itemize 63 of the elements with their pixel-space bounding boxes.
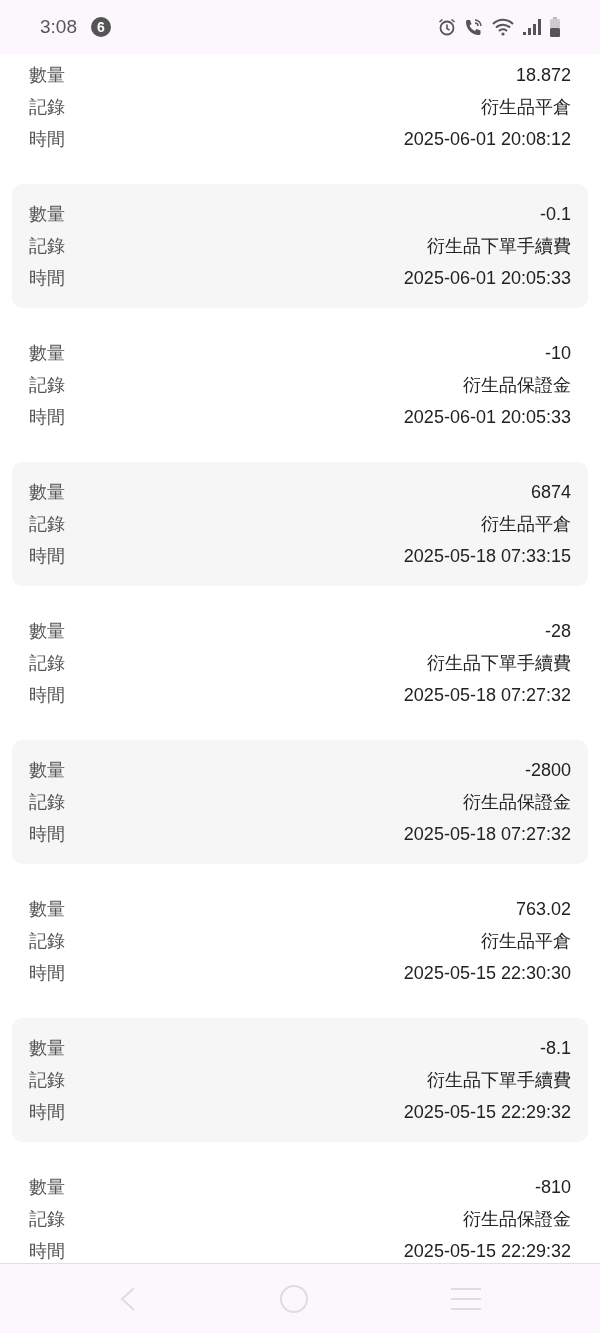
record-value: 衍生品平倉 <box>481 929 571 953</box>
wifi-icon <box>492 18 514 36</box>
quantity-value: 763.02 <box>515 897 571 921</box>
time-value: 2025-05-15 22:30:30 <box>403 961 571 985</box>
time-label: 時間 <box>29 544 65 568</box>
alarm-icon <box>438 18 456 36</box>
record-value: 衍生品下單手續費 <box>427 1068 571 1092</box>
record-label: 記錄 <box>29 512 65 536</box>
time-label: 時間 <box>29 683 65 707</box>
quantity-label: 數量 <box>29 63 65 87</box>
record-value: 衍生品保證金 <box>463 790 571 814</box>
time-value: 2025-06-01 20:05:33 <box>403 266 571 290</box>
quantity-label: 數量 <box>29 758 65 782</box>
quantity-label: 數量 <box>29 897 65 921</box>
record-value: 衍生品下單手續費 <box>427 234 571 258</box>
quantity-label: 數量 <box>29 1175 65 1199</box>
quantity-value: -8.1 <box>539 1036 571 1060</box>
record-label: 記錄 <box>29 234 65 258</box>
record-label: 記錄 <box>29 929 65 953</box>
record-value: 衍生品下單手續費 <box>427 651 571 675</box>
quantity-label: 數量 <box>29 480 65 504</box>
notification-count: 6 <box>91 17 111 37</box>
quantity-value: 18.872 <box>515 63 571 87</box>
time-value: 2025-05-18 07:27:32 <box>403 822 571 846</box>
quantity-label: 數量 <box>29 202 65 226</box>
quantity-value: -0.1 <box>539 202 571 226</box>
signal-icon <box>522 18 542 36</box>
quantity-value: -28 <box>545 619 571 643</box>
quantity-label: 數量 <box>29 1036 65 1060</box>
quantity-label: 數量 <box>29 619 65 643</box>
time-label: 時間 <box>29 405 65 429</box>
status-time: 3:08 <box>40 14 77 39</box>
time-value: 2025-05-15 22:29:32 <box>403 1100 571 1124</box>
phone-icon <box>464 18 484 36</box>
quantity-label: 數量 <box>29 341 65 365</box>
record-label: 記錄 <box>29 651 65 675</box>
record-label: 記錄 <box>29 1207 65 1231</box>
quantity-value: 6874 <box>530 480 571 504</box>
menu-icon[interactable] <box>449 1286 482 1311</box>
quantity-value: -2800 <box>524 758 571 782</box>
time-value: 2025-05-18 07:33:15 <box>403 544 571 568</box>
home-icon[interactable] <box>279 1283 309 1314</box>
record-value: 衍生品保證金 <box>463 1207 571 1231</box>
time-label: 時間 <box>29 1100 65 1124</box>
record-value: 衍生品保證金 <box>463 373 571 397</box>
time-label: 時間 <box>29 822 65 846</box>
time-label: 時間 <box>29 1239 65 1263</box>
record-label: 記錄 <box>29 95 65 119</box>
time-label: 時間 <box>29 266 65 290</box>
battery-icon <box>550 17 560 37</box>
record-label: 記錄 <box>29 373 65 397</box>
record-value: 衍生品平倉 <box>481 512 571 536</box>
time-label: 時間 <box>29 961 65 985</box>
time-label: 時間 <box>29 127 65 151</box>
time-value: 2025-05-18 07:27:32 <box>403 683 571 707</box>
record-value: 衍生品平倉 <box>481 95 571 119</box>
time-value: 2025-06-01 20:08:12 <box>403 127 571 151</box>
time-value: 2025-05-15 22:29:32 <box>403 1239 571 1263</box>
record-label: 記錄 <box>29 790 65 814</box>
quantity-value: -10 <box>545 341 571 365</box>
quantity-value: -810 <box>534 1175 571 1199</box>
time-value: 2025-06-01 20:05:33 <box>403 405 571 429</box>
record-label: 記錄 <box>29 1068 65 1092</box>
